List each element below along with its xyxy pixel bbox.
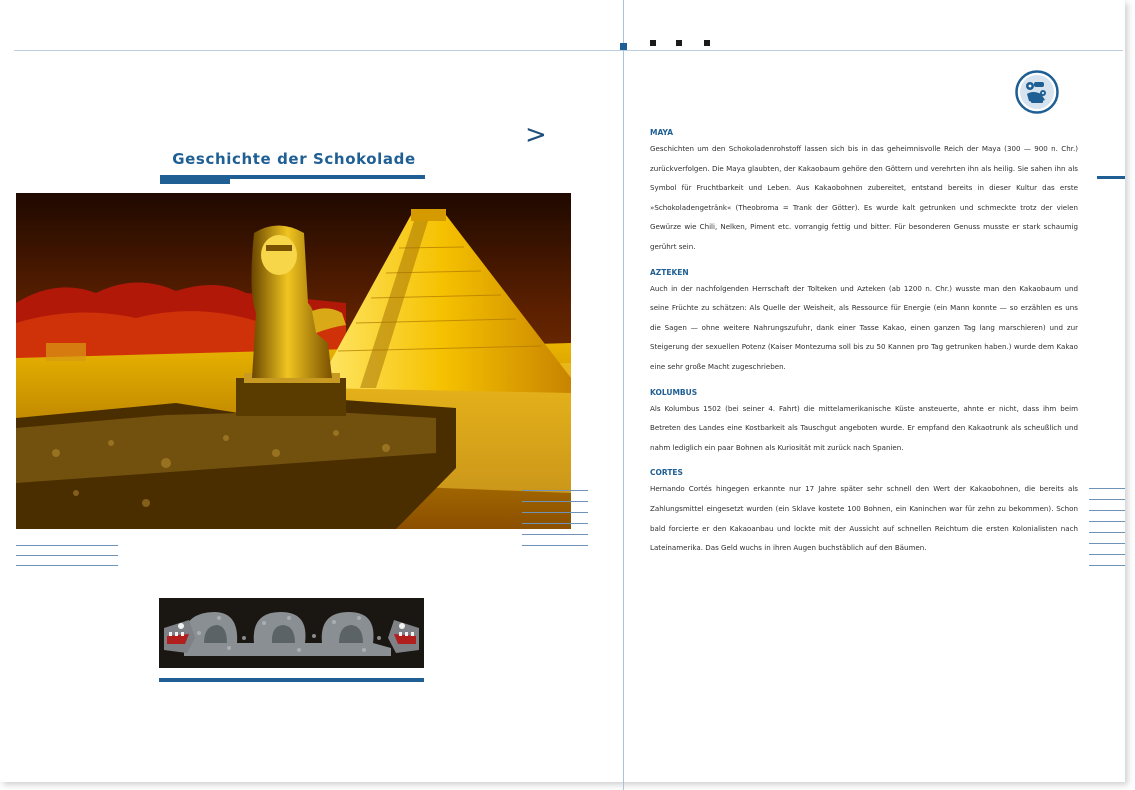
page-title: Geschichte der Schokolade (172, 150, 416, 168)
decor-line (1089, 554, 1125, 555)
decor-line (522, 501, 588, 502)
spine-marker (620, 43, 627, 50)
decor-square (704, 40, 710, 46)
title-underline-accent (160, 179, 230, 184)
section-heading: CORTES (650, 468, 683, 478)
page-spine (623, 0, 624, 790)
chichen-itza-photo (16, 193, 571, 529)
decor-line (1089, 543, 1125, 544)
decor-line (522, 523, 588, 524)
section-body: Hernando Cortés hingegen erkannte nur 17… (650, 484, 1078, 553)
decor-line (16, 545, 118, 546)
section-azteken: AZTEKEN Auch in der nachfolgenden Herrsc… (650, 267, 1078, 377)
article-text-column: MAYA Geschichten um den Schokoladenrohst… (650, 127, 1078, 558)
decor-line (522, 534, 588, 535)
section-body: Als Kolumbus 1502 (bei seiner 4. Fahrt) … (650, 403, 1078, 452)
decor-line (1089, 499, 1125, 500)
section-body: Auch in der nachfolgenden Herrschaft der… (650, 283, 1078, 371)
section-heading: KOLUMBUS (650, 387, 698, 397)
section-heading: MAYA (650, 128, 674, 137)
chevron-right-icon: > (525, 120, 547, 150)
serpent-mosaic-image (159, 598, 424, 668)
top-rule (14, 50, 1123, 51)
section-heading: AZTEKEN (650, 267, 689, 277)
frieze-underline (159, 678, 424, 682)
section-body: Geschichten um den Schokoladenrohstoff l… (650, 144, 1078, 251)
decor-line (1089, 488, 1125, 489)
photo-illustration (16, 193, 571, 529)
decor-line (522, 512, 588, 513)
section-maya: MAYA Geschichten um den Schokoladenrohst… (650, 127, 1078, 257)
decor-line (1089, 510, 1125, 511)
decor-square (676, 40, 682, 46)
serpent-illustration (159, 598, 424, 668)
decor-line (1089, 521, 1125, 522)
decor-line (1089, 532, 1125, 533)
section-kolumbus: KOLUMBUS Als Kolumbus 1502 (bei seiner 4… (650, 387, 1078, 458)
decor-line (1089, 565, 1125, 566)
brochure-spread: > Geschichte der Schokolade MAYA Geschic… (0, 0, 1125, 790)
maya-glyph-emblem-icon (1015, 70, 1059, 114)
decor-line (522, 545, 588, 546)
decor-line (16, 565, 118, 566)
decor-line (16, 555, 118, 556)
side-marker (1097, 176, 1125, 179)
decor-line (522, 490, 588, 491)
decor-square (650, 40, 656, 46)
section-cortes: CORTES Hernando Cortés hingegen erkannte… (650, 467, 1078, 557)
